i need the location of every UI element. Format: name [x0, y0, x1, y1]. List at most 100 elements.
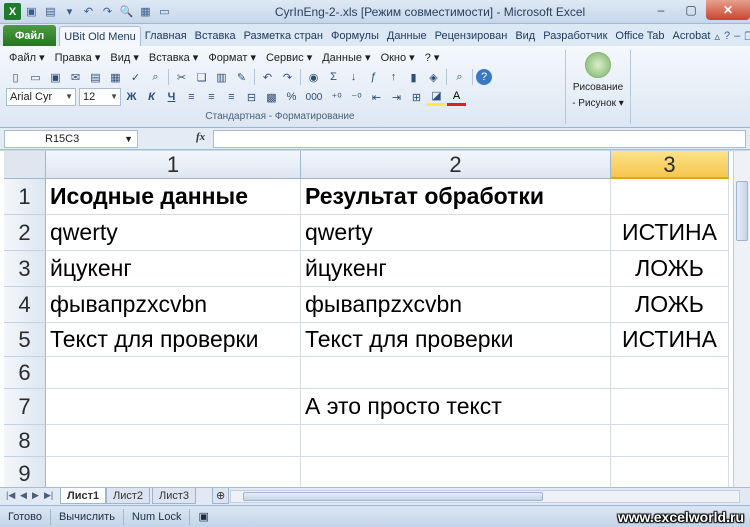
cell-r4c1[interactable]: фывапрzxcvbn — [46, 287, 301, 323]
cut-icon[interactable]: ✂ — [172, 68, 191, 86]
currency-icon[interactable]: ▩ — [262, 88, 281, 106]
cell-r2c1[interactable]: qwerty — [46, 215, 301, 251]
font-size-select[interactable]: 12 ▼ — [79, 88, 121, 106]
horizontal-scrollbar[interactable] — [230, 490, 740, 503]
select-all-corner[interactable] — [4, 151, 46, 179]
insert-function-button[interactable]: fx — [196, 131, 205, 143]
row-header-9[interactable]: 9 — [4, 457, 46, 487]
cell-r4c2[interactable]: фывапрzxcvbn — [301, 287, 611, 323]
prev-sheet-icon[interactable]: ◀ — [20, 490, 27, 501]
cell-r3c1[interactable]: йцукенг — [46, 251, 301, 287]
column-header-3[interactable]: 3 — [611, 151, 729, 179]
row-header-1[interactable]: 1 — [4, 179, 46, 215]
borders-icon[interactable]: ⊞ — [407, 88, 426, 106]
hyperlink-icon[interactable]: ◉ — [304, 68, 323, 86]
row-header-8[interactable]: 8 — [4, 425, 46, 457]
row-header-3[interactable]: 3 — [4, 251, 46, 287]
close-icon[interactable]: ✕ — [706, 0, 750, 20]
merge-center-icon[interactable]: ⊟ — [242, 88, 261, 106]
open-icon[interactable]: ▭ — [26, 68, 45, 86]
redo-icon[interactable]: ↷ — [99, 3, 116, 20]
font-name-select[interactable]: Arial Cyr ▼ — [6, 88, 76, 106]
tab-page-layout[interactable]: Разметка стран — [240, 26, 327, 46]
sheet-tab-2[interactable]: Лист2 — [106, 488, 151, 504]
menu-data[interactable]: Данные ▾ — [317, 50, 375, 66]
align-center-icon[interactable]: ≡ — [202, 88, 221, 106]
cell-r3c3[interactable]: ЛОЖЬ — [611, 251, 729, 287]
cell-r2c2[interactable]: qwerty — [301, 215, 611, 251]
research-icon[interactable]: ⌕ — [146, 68, 165, 86]
percent-button[interactable]: % — [282, 88, 301, 106]
increase-indent-icon[interactable]: ⇥ — [387, 88, 406, 106]
row-header-5[interactable]: 5 — [4, 323, 46, 357]
menu-view[interactable]: Вид ▾ — [105, 50, 143, 66]
help-icon[interactable]: ? — [724, 30, 730, 43]
drawing-group[interactable]: Рисование - Рисунок ▾ — [568, 50, 628, 124]
vertical-scrollbar[interactable] — [733, 151, 750, 487]
cell-r6c1[interactable] — [46, 357, 301, 389]
underline-button[interactable]: Ч — [162, 88, 181, 106]
tab-home[interactable]: Главная — [141, 26, 191, 46]
vertical-scroll-thumb[interactable] — [736, 181, 748, 241]
maximize-icon[interactable]: ▢ — [676, 0, 706, 20]
cell-r7c3[interactable] — [611, 389, 729, 425]
row-header-4[interactable]: 4 — [4, 287, 46, 323]
cell-r7c1[interactable] — [46, 389, 301, 425]
cell-r9c1[interactable] — [46, 457, 301, 487]
sort-desc-icon[interactable]: ↑ — [384, 68, 403, 86]
row-header-6[interactable]: 6 — [4, 357, 46, 389]
row-header-7[interactable]: 7 — [4, 389, 46, 425]
preview-icon[interactable]: ▦ — [106, 68, 125, 86]
print-preview-icon[interactable]: 🔍 — [118, 3, 135, 20]
undo-toolbar-icon[interactable]: ↶ — [258, 68, 277, 86]
picture-icon[interactable]: ▦ — [137, 3, 154, 20]
decrease-decimal-icon[interactable]: ⁻⁰ — [347, 88, 366, 106]
print-icon[interactable]: ▤ — [86, 68, 105, 86]
align-left-icon[interactable]: ≡ — [182, 88, 201, 106]
excel-logo-icon[interactable]: X — [4, 3, 21, 20]
function-icon[interactable]: ƒ — [364, 68, 383, 86]
cell-r4c3[interactable]: ЛОЖЬ — [611, 287, 729, 323]
drawing-icon[interactable]: ◈ — [424, 68, 443, 86]
cell-r1c2[interactable]: Результат обработки — [301, 179, 611, 215]
tab-formulas[interactable]: Формулы — [327, 26, 383, 46]
minimize-icon[interactable]: – — [646, 0, 676, 20]
cell-r8c1[interactable] — [46, 425, 301, 457]
chart-wizard-icon[interactable]: ▮ — [404, 68, 423, 86]
new-icon[interactable]: ▯ — [6, 68, 25, 86]
folder-icon[interactable]: ▭ — [156, 3, 173, 20]
menu-format[interactable]: Формат ▾ — [203, 50, 261, 66]
cell-r3c2[interactable]: йцукенг — [301, 251, 611, 287]
font-color-icon[interactable]: A — [447, 88, 466, 106]
autosum-icon[interactable]: Σ — [324, 68, 343, 86]
tab-developer[interactable]: Разработчик — [539, 26, 611, 46]
doc-restore-icon[interactable]: ❐ — [744, 30, 750, 43]
format-painter-icon[interactable]: ✎ — [232, 68, 251, 86]
menu-window[interactable]: Окно ▾ — [376, 50, 420, 66]
cell-r1c1[interactable]: Исодные данные — [46, 179, 301, 215]
tab-file[interactable]: Файл — [3, 25, 57, 46]
cell-r9c2[interactable] — [301, 457, 611, 487]
tab-data[interactable]: Данные — [383, 26, 431, 46]
cell-r5c1[interactable]: Текст для проверки — [46, 323, 301, 357]
row-header-2[interactable]: 2 — [4, 215, 46, 251]
italic-button[interactable]: К — [142, 88, 161, 106]
cell-r6c2[interactable] — [301, 357, 611, 389]
paste-icon[interactable]: ▥ — [212, 68, 231, 86]
fill-color-icon[interactable]: ◪ — [427, 88, 446, 106]
menu-tools[interactable]: Сервис ▾ — [261, 50, 317, 66]
sort-asc-icon[interactable]: ↓ — [344, 68, 363, 86]
cell-r8c3[interactable] — [611, 425, 729, 457]
cell-r6c3[interactable] — [611, 357, 729, 389]
tab-view[interactable]: Вид — [511, 26, 539, 46]
cell-r7c2[interactable]: А это просто текст — [301, 389, 611, 425]
horizontal-scroll-thumb[interactable] — [243, 492, 543, 501]
menu-edit[interactable]: Правка ▾ — [50, 50, 106, 66]
status-calculate[interactable]: Вычислить — [51, 508, 124, 525]
sheet-tab-3[interactable]: Лист3 — [152, 488, 197, 504]
save-toolbar-icon[interactable]: ▣ — [46, 68, 65, 86]
menu-insert[interactable]: Вставка ▾ — [144, 50, 203, 66]
macro-record-icon[interactable]: ▣ — [190, 509, 216, 525]
cell-r5c3[interactable]: ИСТИНА — [611, 323, 729, 357]
cell-r2c3[interactable]: ИСТИНА — [611, 215, 729, 251]
